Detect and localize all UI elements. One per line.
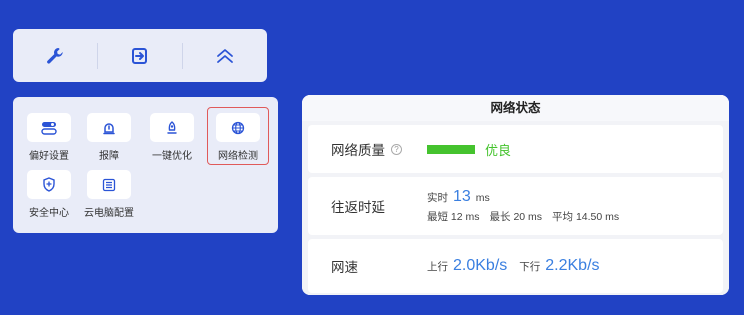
menu-item-label: 一键优化 [152, 151, 192, 162]
panel-title: 网络状态 [302, 95, 729, 121]
latency-values: 实时 13 ms 最短 12 ms 最长 20 ms 平均 14.50 ms [427, 188, 619, 224]
alert-icon [103, 122, 115, 134]
menu-item-network-check[interactable]: 网络检测 [207, 107, 269, 165]
quick-toolbar [13, 29, 267, 82]
panel-body: 网络质量 ? 优良 往返时延 实时 13 ms 最短 12 ms 最长 20 m… [302, 121, 729, 295]
network-status-panel: 网络状态 网络质量 ? 优良 往返时延 实时 13 ms 最短 12 ms 最长… [302, 95, 729, 295]
rocket-icon [167, 120, 177, 134]
menu-item-cloud-config[interactable]: 云电脑配置 [80, 170, 138, 219]
quality-value: 优良 [485, 142, 512, 158]
help-icon[interactable]: ? [391, 143, 402, 155]
menu-item-label: 云电脑配置 [84, 208, 134, 219]
realtime-value: 13 [453, 188, 471, 205]
menu-item-label: 安全中心 [29, 208, 69, 219]
tools-button[interactable] [13, 29, 97, 82]
quality-row: 网络质量 ? 优良 [308, 125, 723, 173]
function-menu: 偏好设置 报障 一键优化 网络检测 安全中心 云电脑配置 [13, 97, 278, 233]
shield-icon [43, 177, 55, 192]
realtime-unit: ms [475, 192, 490, 204]
menu-item-preferences[interactable]: 偏好设置 [20, 113, 78, 162]
max-value: 20 ms [513, 211, 543, 223]
exit-button[interactable] [98, 29, 182, 82]
speed-values: 上行 2.0Kb/s 下行 2.2Kb/s [427, 257, 612, 275]
latency-row: 往返时延 实时 13 ms 最短 12 ms 最长 20 ms 平均 14.50… [308, 177, 723, 235]
toggle-icon [41, 121, 57, 135]
settings-list-icon [102, 178, 116, 191]
min-value: 12 ms [450, 211, 480, 223]
quality-label: 网络质量 [331, 143, 385, 158]
menu-item-report[interactable]: 报障 [80, 113, 138, 162]
menu-item-security[interactable]: 安全中心 [20, 170, 78, 219]
chevron-up-icon [217, 48, 233, 63]
download-value: 2.2Kb/s [545, 257, 600, 274]
min-label: 最短 [427, 211, 448, 223]
speed-row: 网速 上行 2.0Kb/s 下行 2.2Kb/s [308, 239, 723, 293]
menu-item-label: 报障 [99, 151, 119, 162]
wrench-icon [47, 47, 63, 64]
avg-label: 平均 [552, 211, 574, 223]
upload-value: 2.0Kb/s [453, 257, 508, 274]
globe-icon [231, 121, 245, 134]
menu-item-label: 网络检测 [218, 151, 258, 162]
collapse-button[interactable] [183, 29, 267, 82]
latency-label: 往返时延 [331, 200, 385, 215]
download-label: 下行 [519, 261, 541, 273]
realtime-label: 实时 [427, 192, 448, 204]
exit-icon [132, 47, 147, 64]
speed-label: 网速 [331, 260, 358, 275]
menu-item-optimize[interactable]: 一键优化 [143, 113, 201, 162]
upload-label: 上行 [427, 261, 448, 273]
avg-value: 14.50 ms [575, 211, 620, 223]
quality-bar [427, 144, 475, 154]
menu-item-label: 偏好设置 [29, 151, 69, 162]
quality-label-group: 网络质量 ? [331, 139, 427, 159]
max-label: 最长 [489, 211, 511, 223]
